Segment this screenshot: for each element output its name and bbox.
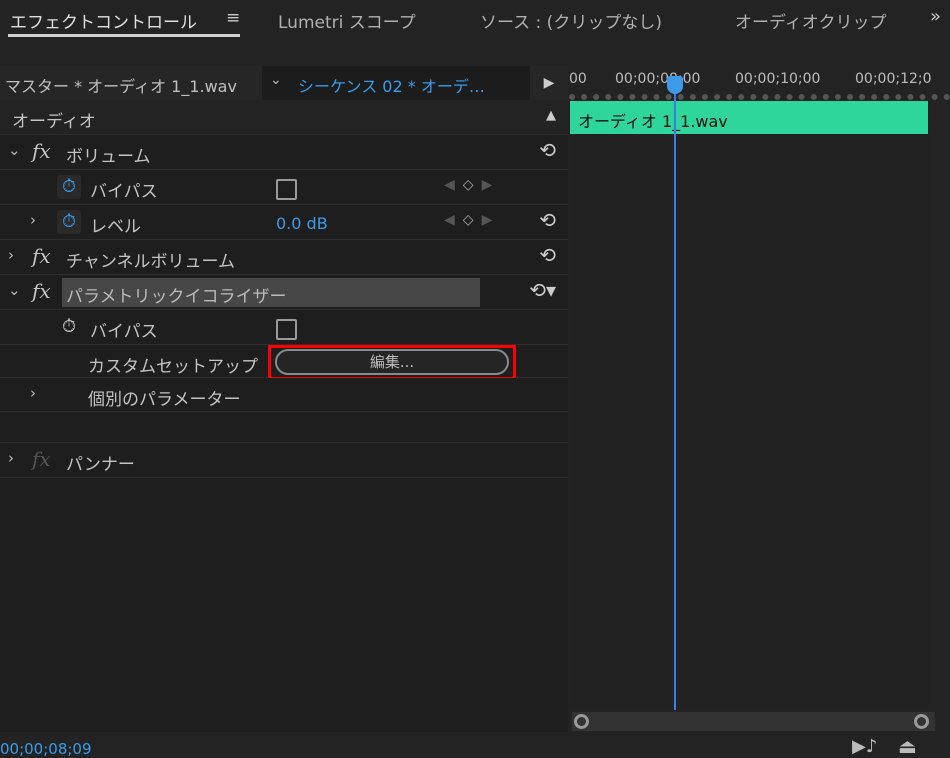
effect-name: ボリューム (66, 147, 151, 167)
reset-dropdown-icon[interactable]: ⟲▾ (529, 278, 556, 302)
effect-name: チャンネルボリューム (66, 252, 235, 272)
show-timeline-toggle[interactable]: ▶ (530, 66, 568, 100)
param-label: バイパス (90, 322, 158, 342)
effect-name: パンナー (66, 455, 135, 475)
tab-lumetri-scopes[interactable]: Lumetri スコープ (278, 8, 416, 33)
tab-source[interactable]: ソース : (クリップなし) (480, 8, 662, 33)
effect-panner[interactable]: › fx パンナー (0, 443, 568, 478)
keyframe-nav[interactable]: ◀◇▶ (444, 212, 500, 228)
effect-parametric-eq[interactable]: ⌄ fx パラメトリックイコライザー ⟲▾ (0, 275, 568, 310)
fx-icon[interactable]: fx (32, 279, 51, 303)
param-individual[interactable]: › 個別のパラメーター (0, 378, 568, 412)
reset-icon[interactable]: ⟲ (539, 243, 556, 267)
chevron-right-icon[interactable]: › (30, 384, 36, 402)
scroll-handle-right[interactable] (914, 714, 929, 729)
chevron-right-icon[interactable]: › (8, 246, 14, 264)
param-bypass: ⏱ バイパス (0, 310, 568, 345)
chevron-right-icon[interactable]: › (8, 449, 14, 467)
fx-icon[interactable]: fx (32, 139, 51, 163)
effect-name: パラメトリックイコライザー (66, 287, 287, 307)
current-timecode[interactable]: 00;00;08;09 (0, 740, 92, 758)
playhead-handle[interactable] (667, 76, 683, 94)
time-ruler[interactable]: 00 00;00;08;00 00;00;10;00 00;00;12;0 (569, 66, 950, 100)
collapse-up-icon[interactable]: ▲ (546, 108, 556, 123)
timeline-area (569, 100, 929, 710)
chevron-right-icon[interactable]: › (30, 211, 36, 229)
fx-icon[interactable]: fx (32, 447, 51, 471)
edit-button[interactable]: 編集... (275, 349, 509, 375)
param-level: › ⏱ レベル 0.0 dB ◀◇▶ ⟲ (0, 205, 568, 240)
playhead-line (674, 88, 676, 710)
bypass-checkbox[interactable] (276, 179, 297, 200)
param-label: バイパス (90, 182, 158, 202)
timeline-zoom-scrollbar[interactable] (572, 712, 935, 731)
param-label: レベル (90, 217, 141, 237)
param-bypass: ⏱ バイパス ◀◇▶ (0, 170, 568, 205)
stopwatch-icon[interactable]: ⏱ (57, 210, 81, 234)
param-custom-setup: カスタムセットアップ 編集... (0, 345, 568, 380)
spacer-row (0, 412, 568, 443)
effect-channel-volume[interactable]: › fx チャンネルボリューム ⟲ (0, 240, 568, 275)
section-header: オーディオ ▲ (0, 100, 568, 135)
master-clip-label[interactable]: マスター * オーディオ 1_1.wav (0, 66, 262, 100)
play-audio-icon[interactable]: ▶♪ (852, 736, 877, 757)
keyframe-nav[interactable]: ◀◇▶ (444, 177, 500, 193)
section-title: オーディオ (12, 112, 96, 132)
fx-icon[interactable]: fx (32, 244, 51, 268)
effect-volume[interactable]: ⌄ fx ボリューム ⟲ (0, 135, 568, 170)
tab-effect-controls[interactable]: エフェクトコントロール (10, 8, 197, 33)
chevron-down-icon: ⌄ (270, 72, 282, 88)
sequence-label: シーケンス 02 * オーデ… (298, 77, 485, 96)
export-icon[interactable]: ⏏ (898, 734, 917, 758)
audio-clip[interactable]: オーディオ 1_1.wav (570, 101, 928, 134)
param-label: 個別のパラメーター (88, 390, 241, 410)
active-tab-underline (8, 34, 240, 37)
sequence-selector[interactable]: ⌄ シーケンス 02 * オーデ… (262, 66, 530, 100)
bypass-checkbox[interactable] (276, 319, 297, 340)
ruler-tick-label: 00;00;08;00 (615, 71, 701, 87)
reset-icon[interactable]: ⟲ (539, 208, 556, 232)
ruler-tick-label: 00;00;10;00 (735, 71, 821, 87)
tab-audio-clip-mixer[interactable]: オーディオクリップ (735, 8, 893, 33)
empty-panel (0, 478, 568, 732)
stopwatch-icon[interactable]: ⏱ (57, 175, 81, 199)
param-label: カスタムセットアップ (88, 357, 258, 377)
ruler-tick-label: 00;00;12;0 (855, 71, 932, 87)
level-value[interactable]: 0.0 dB (276, 214, 328, 233)
hamburger-icon[interactable]: ≡ (226, 8, 240, 28)
double-chevron-right-icon[interactable]: » (930, 6, 941, 27)
chevron-down-icon[interactable]: ⌄ (8, 281, 21, 299)
stopwatch-icon[interactable]: ⏱ (57, 315, 81, 339)
chevron-down-icon[interactable]: ⌄ (8, 141, 21, 159)
reset-icon[interactable]: ⟲ (539, 138, 556, 162)
scroll-handle-left[interactable] (574, 714, 589, 729)
ruler-tick-label: 00 (569, 71, 587, 87)
